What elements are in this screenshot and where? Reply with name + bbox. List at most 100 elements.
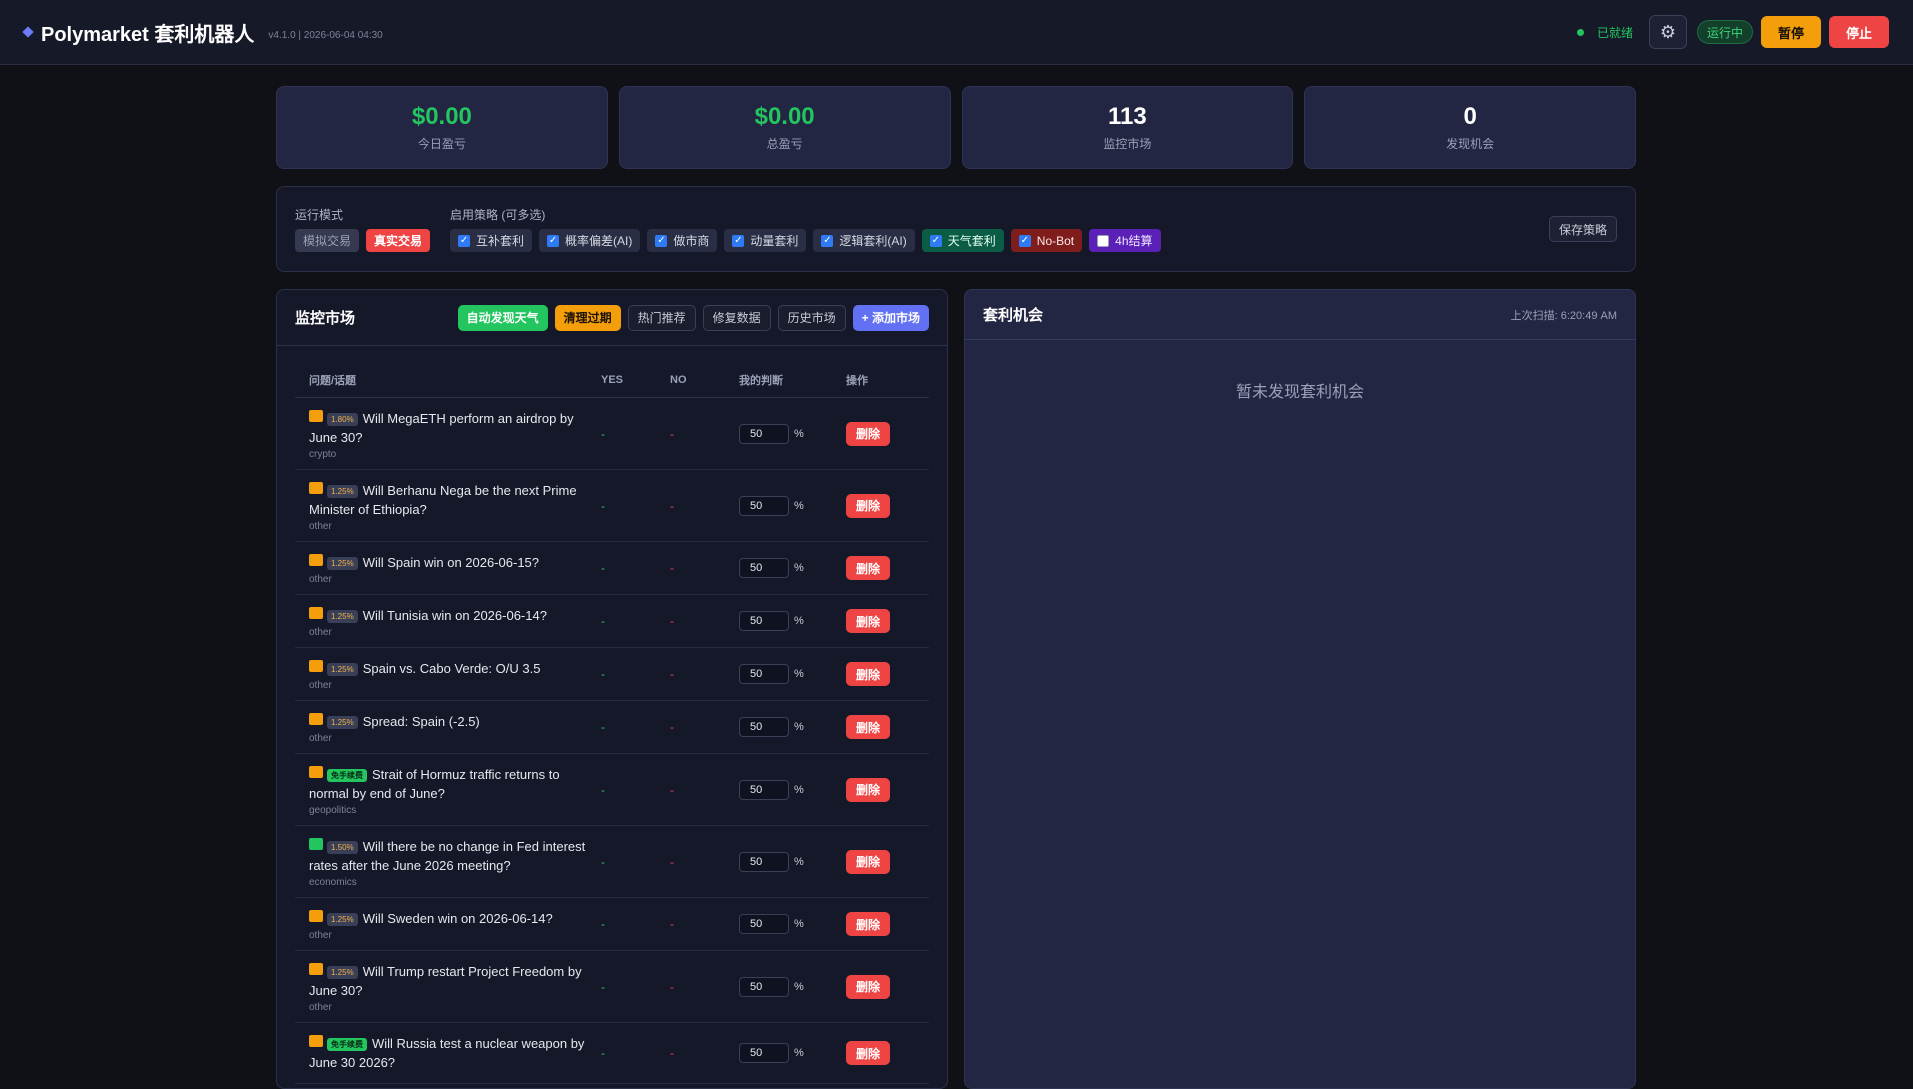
judgment-input[interactable]: 50 xyxy=(739,611,789,631)
delete-button[interactable]: 删除 xyxy=(846,493,890,518)
pause-button[interactable]: 暂停 xyxy=(1760,16,1821,48)
strategy-label: 互补套利 xyxy=(476,234,525,248)
fee-badge: 1.25% xyxy=(327,557,358,570)
strategy-4h-settlement[interactable]: 4h结算 xyxy=(1089,229,1161,252)
fee-badge: 1.25% xyxy=(327,485,358,498)
question-category: other xyxy=(309,574,332,585)
strategy-probability-bias[interactable]: ✓ 概率偏差(AI) xyxy=(539,229,641,252)
delete-button[interactable]: 删除 xyxy=(846,849,890,874)
monitor-panel: 监控市场 自动发现天气 清理过期 热门推荐 修复数据 历史市场 + 添加市场 问… xyxy=(276,289,948,1089)
judgment-cell: 50% xyxy=(739,495,846,516)
cleanup-expired-button[interactable]: 清理过期 xyxy=(554,304,621,331)
history-markets-button[interactable]: 历史市场 xyxy=(777,304,846,331)
delete-button[interactable]: 删除 xyxy=(846,912,890,936)
yes-price: - xyxy=(601,614,605,628)
question-text: 1.25% Will Berhanu Nega be the next Prime… xyxy=(309,481,601,519)
run-mode-group: 运行模式 模拟交易 真实交易 xyxy=(295,206,431,252)
judgment-cell: 50% xyxy=(739,611,846,631)
checkbox-checked-icon[interactable]: ✓ xyxy=(821,234,834,247)
strategy-label: 天气套利 xyxy=(947,234,996,248)
auto-discover-weather-button[interactable]: 自动发现天气 xyxy=(457,304,548,331)
yes-price: - xyxy=(601,498,605,513)
delete-button[interactable]: 删除 xyxy=(846,609,890,633)
strategy-no-bot[interactable]: ✓ No-Bot xyxy=(1010,229,1083,252)
stat-label: 发现机会 xyxy=(1446,137,1495,151)
judgment-cell: 50% xyxy=(739,558,846,578)
mode-simulated-button[interactable]: 模拟交易 xyxy=(295,229,360,252)
judgment-input[interactable]: 50 xyxy=(739,851,789,872)
checkbox-checked-icon[interactable]: ✓ xyxy=(732,234,745,247)
judgment-input[interactable]: 50 xyxy=(739,1043,789,1063)
fee-icon xyxy=(309,607,323,619)
judgment-input[interactable]: 50 xyxy=(739,558,789,578)
delete-button[interactable]: 删除 xyxy=(846,715,890,739)
delete-button[interactable]: 删除 xyxy=(846,556,890,580)
checkbox-checked-icon[interactable]: ✓ xyxy=(1018,234,1031,247)
question-cell: 1.80% Will MegaETH perform an airdrop by … xyxy=(295,398,601,469)
question-label: Will Tunisia win on 2026-06-14? xyxy=(362,608,547,623)
checkbox-checked-icon[interactable]: ✓ xyxy=(929,234,942,247)
mode-real-button[interactable]: 真实交易 xyxy=(366,229,431,252)
yes-price: - xyxy=(601,782,605,797)
judgment-input[interactable]: 50 xyxy=(739,914,789,934)
percent-sign: % xyxy=(794,980,804,993)
question-label: Spread: Spain (-2.5) xyxy=(362,714,480,729)
strategy-weather[interactable]: ✓ 天气套利 xyxy=(921,229,1004,252)
strategy-label: No-Bot xyxy=(1036,233,1075,248)
checkbox-unchecked-icon[interactable] xyxy=(1097,234,1110,247)
stat-label: 今日盈亏 xyxy=(417,137,466,151)
app-header: Polymarket 套利机器人 v4.1.0 | 2026-06-04 04:… xyxy=(0,0,1913,65)
delete-button[interactable]: 删除 xyxy=(846,1041,890,1065)
judgment-input[interactable]: 50 xyxy=(739,976,789,997)
judgment-input[interactable]: 50 xyxy=(739,664,789,684)
question-text: 1.25% Spain vs. Cabo Verde: O/U 3.5 xyxy=(309,659,601,678)
no-price: - xyxy=(670,720,674,734)
strategy-complementary[interactable]: ✓ 互补套利 xyxy=(450,229,533,252)
fee-icon xyxy=(309,910,323,922)
strategies-group: 启用策略 (可多选) ✓ 互补套利 ✓ 概率偏差(AI) ✓ 做市商 ✓ 动量套利 ✓ 逻… xyxy=(450,206,1161,252)
actions-cell: 删除 xyxy=(846,777,929,802)
strategy-label: 动量套利 xyxy=(750,234,799,248)
strategy-label: 做市商 xyxy=(673,234,710,248)
yes-price: - xyxy=(601,917,605,931)
no-price: - xyxy=(670,782,674,797)
strategy-momentum[interactable]: ✓ 动量套利 xyxy=(724,229,807,252)
question-category: crypto xyxy=(309,449,337,460)
strategy-label: 概率偏差(AI) xyxy=(565,234,633,248)
delete-button[interactable]: 删除 xyxy=(846,777,890,802)
yes-price: - xyxy=(601,720,605,734)
strategy-market-maker[interactable]: ✓ 做市商 xyxy=(647,229,718,252)
no-price: - xyxy=(670,426,674,441)
hot-recommend-button[interactable]: 热门推荐 xyxy=(627,304,696,331)
fee-safe-icon xyxy=(309,838,323,850)
judgment-input[interactable]: 50 xyxy=(739,423,789,444)
checkbox-checked-icon[interactable]: ✓ xyxy=(547,234,560,247)
question-cell: 免手续费 Strait of Hormuz traffic returns to … xyxy=(295,754,601,825)
save-strategy-button[interactable]: 保存策略 xyxy=(1548,216,1617,242)
judgment-input[interactable]: 50 xyxy=(739,495,789,516)
fee-badge: 免手续费 xyxy=(327,769,367,782)
fee-icon xyxy=(309,713,323,725)
percent-sign: % xyxy=(794,918,804,930)
stat-label: 监控市场 xyxy=(1103,137,1152,151)
table-row: 免手续费 Strait of Hormuz traffic returns to … xyxy=(295,754,929,826)
question-cell: 1.25% Spread: Spain (-2.5) other xyxy=(295,701,601,753)
strategy-logic[interactable]: ✓ 逻辑套利(AI) xyxy=(813,229,915,252)
percent-sign: % xyxy=(794,721,804,733)
no-price: - xyxy=(670,614,674,628)
opportunities-panel: 套利机会 上次扫描: 6:20:49 AM 暂未发现套利机会 xyxy=(964,289,1636,1089)
checkbox-checked-icon[interactable]: ✓ xyxy=(458,234,471,247)
last-scan-time: 上次扫描: 6:20:49 AM xyxy=(1510,309,1617,322)
delete-button[interactable]: 删除 xyxy=(846,662,890,686)
add-market-button[interactable]: + 添加市场 xyxy=(852,304,929,331)
stop-button[interactable]: 停止 xyxy=(1828,16,1889,48)
settings-button[interactable]: ⚙ xyxy=(1648,15,1687,49)
delete-button[interactable]: 删除 xyxy=(846,421,890,446)
repair-data-button[interactable]: 修复数据 xyxy=(702,304,771,331)
delete-button[interactable]: 删除 xyxy=(846,974,890,999)
judgment-input[interactable]: 50 xyxy=(739,717,789,737)
question-text: 免手续费 Strait of Hormuz traffic returns to … xyxy=(309,765,601,803)
actions-cell: 删除 xyxy=(846,974,929,999)
judgment-input[interactable]: 50 xyxy=(739,779,789,800)
checkbox-checked-icon[interactable]: ✓ xyxy=(655,234,668,247)
